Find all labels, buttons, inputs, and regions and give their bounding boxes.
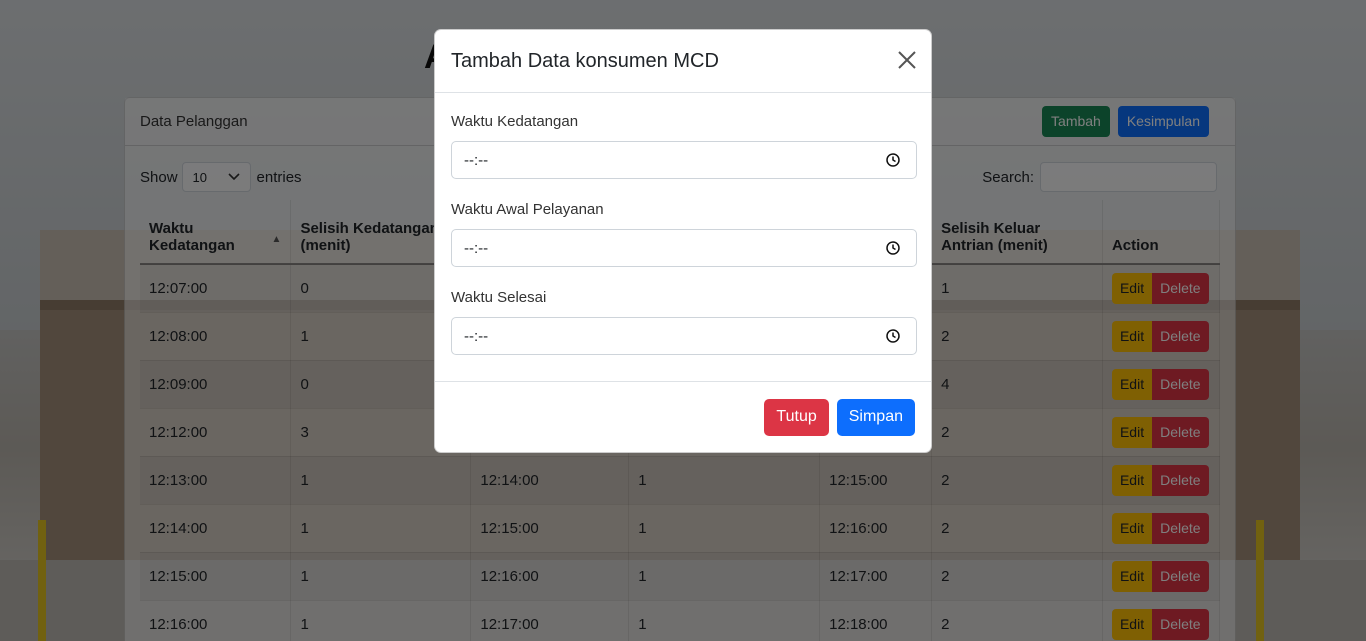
finish-time-input[interactable]: --:--: [451, 317, 917, 355]
arrival-time-label: Waktu Kedatangan: [451, 113, 579, 130]
arrival-time-input[interactable]: --:--: [451, 141, 917, 179]
finish-time-label: Waktu Selesai: [451, 289, 547, 306]
add-customer-modal: Tambah Data konsumen MCD Waktu Kedatanga…: [434, 29, 932, 453]
modal-body: Waktu Kedatangan --:-- Waktu Awal Pelaya…: [435, 93, 931, 355]
service-start-input[interactable]: --:--: [451, 229, 917, 267]
arrival-time-group: Waktu Kedatangan --:--: [451, 113, 917, 179]
close-icon[interactable]: [897, 50, 917, 70]
service-start-label: Waktu Awal Pelayanan: [451, 201, 604, 218]
service-start-group: Waktu Awal Pelayanan --:--: [451, 201, 917, 267]
close-button[interactable]: Tutup: [764, 398, 829, 436]
modal-footer: Tutup Simpan: [435, 381, 931, 452]
finish-time-group: Waktu Selesai --:--: [451, 289, 917, 355]
modal-header: Tambah Data konsumen MCD: [435, 30, 931, 93]
modal-title: Tambah Data konsumen MCD: [451, 49, 719, 72]
time-input-value: --:--: [464, 239, 489, 257]
clock-icon[interactable]: [886, 329, 900, 343]
clock-icon[interactable]: [886, 153, 900, 167]
clock-icon[interactable]: [886, 241, 900, 255]
save-button[interactable]: Simpan: [836, 398, 915, 436]
time-input-value: --:--: [464, 327, 489, 345]
time-input-value: --:--: [464, 151, 489, 169]
